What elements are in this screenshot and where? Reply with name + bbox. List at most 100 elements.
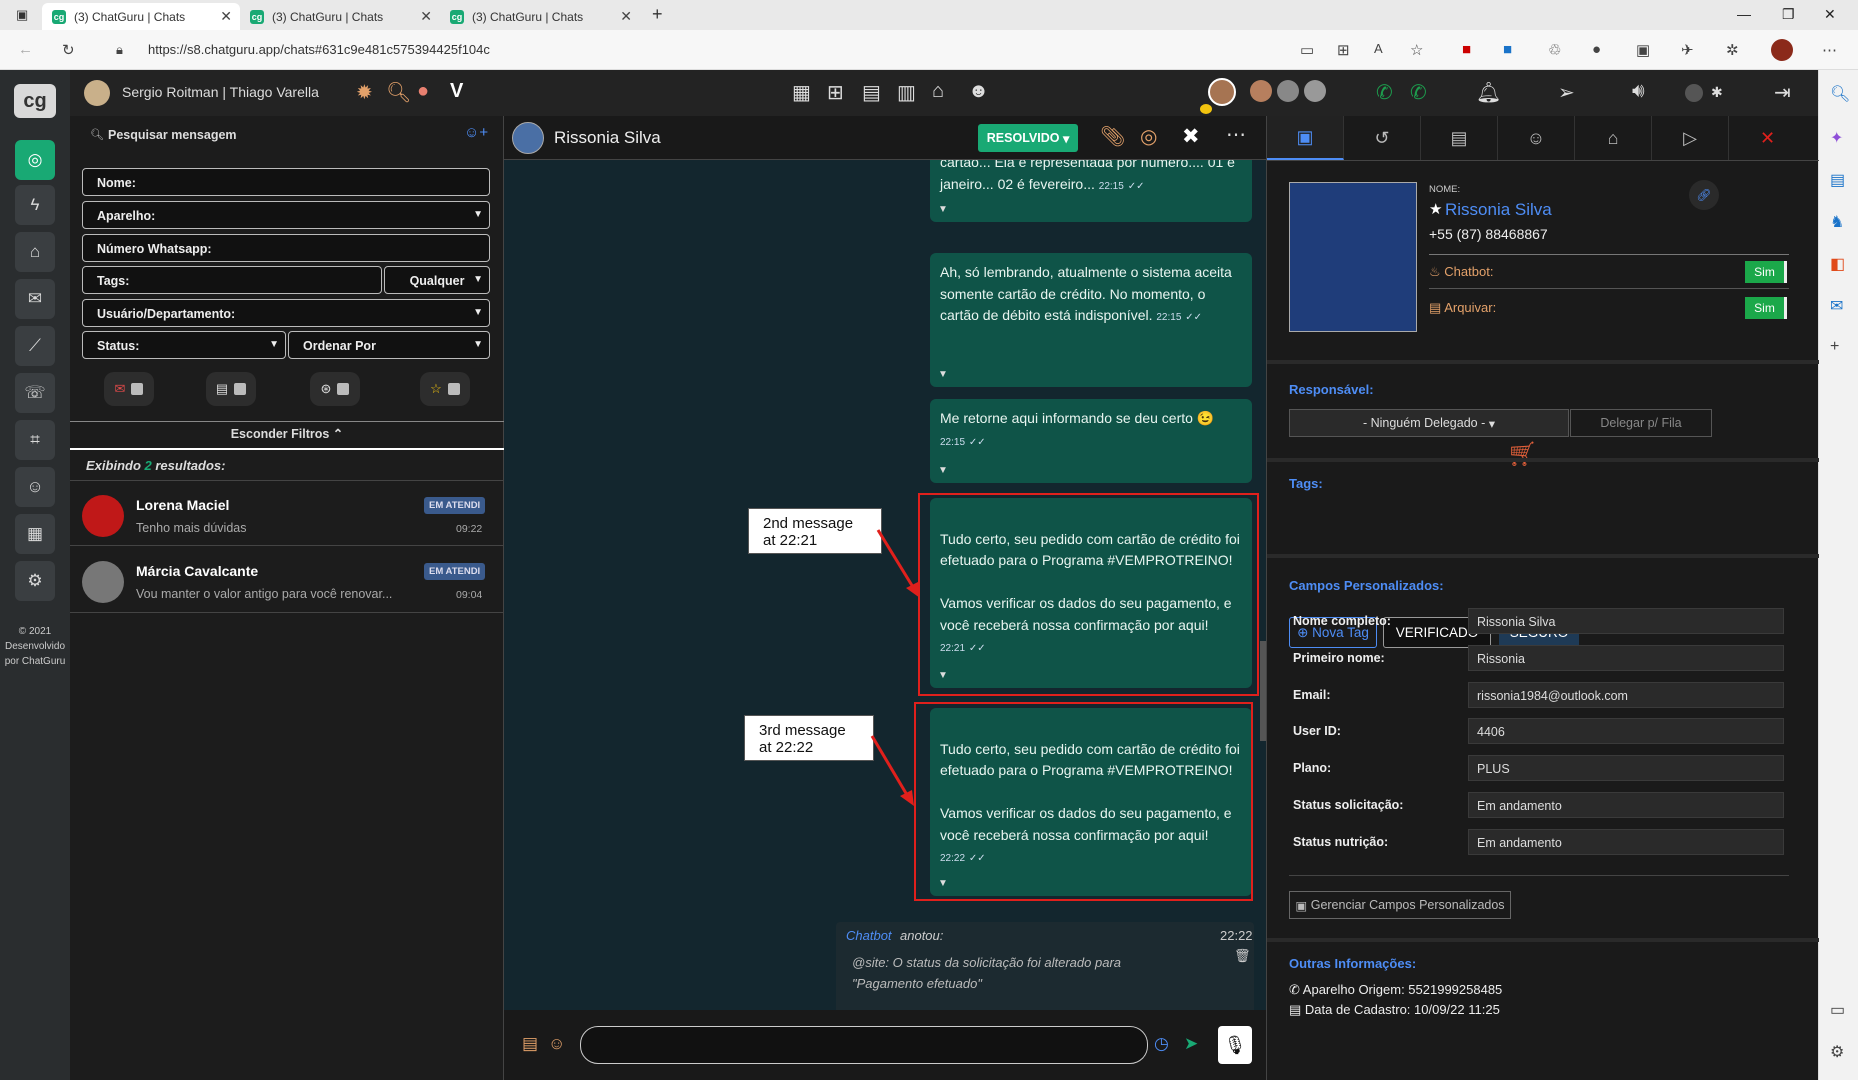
chart-icon[interactable]: ▥: [897, 80, 916, 105]
extensions-puzzle-icon[interactable]: ✲: [1726, 41, 1739, 59]
add-contact-icon[interactable]: ☺+: [464, 124, 488, 141]
field-value[interactable]: Em andamento: [1468, 829, 1784, 855]
field-value[interactable]: Em andamento: [1468, 792, 1784, 818]
delegar-fila-button[interactable]: Delegar p/ Fila: [1570, 409, 1712, 437]
search-icon[interactable]: 🔍︎: [1830, 84, 1850, 104]
extension-icon[interactable]: ♲: [1548, 41, 1561, 59]
agent-avatar[interactable]: [1277, 80, 1299, 102]
unread-filter-toggle[interactable]: ✉: [104, 372, 154, 406]
contact-row[interactable]: Lorena Maciel Tenho mais dúvidas EM ATEN…: [70, 480, 504, 546]
more-icon[interactable]: ⋯: [1822, 41, 1837, 59]
browser-tab-3[interactable]: cg (3) ChatGuru | Chats ✕: [440, 3, 640, 30]
filter-tags-mode-select[interactable]: Qualquer ▼: [384, 266, 490, 294]
status-toggle[interactable]: [1685, 84, 1703, 102]
read-aloud-icon[interactable]: A: [1374, 41, 1383, 56]
whatsapp-icon[interactable]: ✆: [1410, 80, 1427, 105]
link-icon[interactable]: 🔗︎: [1689, 180, 1719, 210]
email-icon[interactable]: ●: [417, 80, 429, 103]
reload-icon[interactable]: ↻: [62, 41, 75, 59]
outlook-icon[interactable]: ✉: [1830, 296, 1843, 316]
more-options-icon[interactable]: ⋯: [1226, 122, 1246, 147]
agent-avatar[interactable]: [1250, 80, 1272, 102]
media-icon[interactable]: ▦: [15, 514, 55, 554]
schedule-icon[interactable]: ◷: [1154, 1034, 1169, 1054]
filter-status-select[interactable]: Status: ▼: [82, 331, 286, 359]
office-icon[interactable]: ◧: [1830, 254, 1845, 274]
search-messages-input[interactable]: Pesquisar mensagem: [108, 128, 237, 142]
maximize-icon[interactable]: ❐: [1782, 6, 1795, 23]
close-panel-icon[interactable]: ✕: [1729, 116, 1806, 160]
games-icon[interactable]: ♞: [1830, 212, 1844, 232]
minimize-icon[interactable]: —: [1737, 6, 1751, 22]
checkbox[interactable]: [234, 383, 247, 395]
chatbot-icon[interactable]: ⌂: [15, 232, 55, 272]
chatbot-toggle[interactable]: Sim: [1745, 261, 1787, 283]
status-dropdown-button[interactable]: RESOLVIDO ▾: [978, 124, 1078, 152]
extension-icon[interactable]: ▣: [1636, 41, 1650, 59]
filter-aparelho-select[interactable]: Aparelho: ▼: [82, 201, 490, 229]
filter-numero[interactable]: Número Whatsapp:: [82, 234, 490, 262]
close-tab-icon[interactable]: ✕: [220, 8, 232, 25]
new-tab-icon[interactable]: +: [652, 4, 663, 25]
schedule-icon[interactable]: ▤: [862, 80, 881, 105]
comment-icon[interactable]: ◎: [1140, 124, 1157, 149]
bell-icon[interactable]: 🔔︎: [1476, 80, 1501, 105]
trash-icon[interactable]: 🗑︎: [1234, 948, 1251, 964]
field-value[interactable]: 4406: [1468, 718, 1784, 744]
field-value[interactable]: PLUS: [1468, 755, 1784, 781]
close-tab-icon[interactable]: ✕: [420, 8, 432, 25]
send-icon[interactable]: ➤: [1184, 1034, 1198, 1054]
search-icon[interactable]: 🔍︎: [386, 80, 411, 105]
copilot-icon[interactable]: ✦: [1830, 128, 1843, 148]
agent-avatar[interactable]: [1304, 80, 1326, 102]
url-field[interactable]: https://s8.chatguru.app/chats#631c9e481c…: [148, 42, 490, 57]
extension-icon[interactable]: ✈: [1681, 41, 1694, 59]
hide-filters-button[interactable]: Esconder Filtros ⌃: [70, 426, 504, 441]
archived-filter-toggle[interactable]: ▤: [206, 372, 256, 406]
contact-row[interactable]: Márcia Cavalcante Vou manter o valor ant…: [70, 547, 504, 613]
shopping-icon[interactable]: ▤: [1830, 170, 1845, 190]
hide-sidebar-icon[interactable]: ▭: [1830, 1000, 1845, 1020]
settings-icon[interactable]: ⚙: [1830, 1042, 1844, 1062]
phone-icon[interactable]: ☏: [15, 373, 55, 413]
filter-nome[interactable]: Nome:: [82, 168, 490, 196]
browser-tab-2[interactable]: cg (3) ChatGuru | Chats ✕: [240, 3, 440, 30]
settings-icon[interactable]: ⚙: [15, 561, 55, 601]
back-icon[interactable]: ←: [18, 41, 33, 58]
tab-notes[interactable]: ▤: [1421, 116, 1498, 160]
automation-icon[interactable]: ϟ: [15, 185, 55, 225]
inbox-icon[interactable]: ⌂: [932, 80, 944, 103]
extension-icon[interactable]: ■: [1462, 41, 1471, 58]
message-input[interactable]: [580, 1026, 1148, 1064]
favorite-icon[interactable]: ☆: [1410, 41, 1423, 59]
v-logo-icon[interactable]: V: [450, 80, 463, 103]
add-icon[interactable]: +: [1830, 338, 1839, 356]
logout-icon[interactable]: ⇥: [1774, 80, 1791, 105]
brightness-icon[interactable]: ✱: [1711, 84, 1723, 101]
browser-tab-1[interactable]: cg (3) ChatGuru | Chats ✕: [42, 3, 240, 30]
filter-tags[interactable]: Tags:: [82, 266, 382, 294]
extension-icon[interactable]: ■: [1503, 41, 1512, 58]
reader-icon[interactable]: ▭: [1300, 41, 1314, 59]
profile-avatar[interactable]: [1771, 39, 1793, 61]
avatar[interactable]: [512, 122, 544, 154]
filter-ordenar-select[interactable]: Ordenar Por ▼: [288, 331, 490, 359]
tab-profile[interactable]: ▣: [1267, 116, 1344, 160]
whatsapp-icon[interactable]: ✆: [1376, 80, 1393, 105]
tags-icon[interactable]: ⌗: [15, 420, 55, 460]
user-avatar[interactable]: [84, 80, 110, 106]
notes-icon[interactable]: ▤: [522, 1034, 538, 1054]
field-value[interactable]: rissonia1984@outlook.com: [1468, 682, 1784, 708]
attach-icon[interactable]: 📎︎: [1100, 124, 1125, 149]
close-tab-icon[interactable]: ✕: [620, 8, 632, 25]
volume-icon[interactable]: 🔊︎: [1632, 80, 1645, 103]
field-value[interactable]: Rissonia Silva: [1468, 608, 1784, 634]
microphone-button[interactable]: 🎙︎: [1218, 1026, 1252, 1064]
arquivar-toggle[interactable]: Sim: [1745, 297, 1787, 319]
filter-usuario-select[interactable]: Usuário/Departamento: ▼: [82, 299, 490, 327]
calendar-icon[interactable]: ▦: [792, 80, 811, 105]
delegado-dropdown[interactable]: - Ninguém Delegado - ▾: [1289, 409, 1569, 437]
send-icon[interactable]: ➢: [1558, 80, 1575, 105]
reports-icon[interactable]: ⟋: [15, 326, 55, 366]
settings-gear-icon[interactable]: ✹: [356, 80, 373, 105]
